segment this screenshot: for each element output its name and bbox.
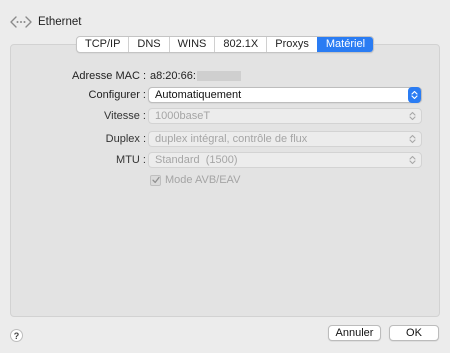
tab-proxys[interactable]: Proxys <box>266 37 317 52</box>
tab-wins[interactable]: WINS <box>168 37 215 52</box>
ethernet-icon <box>10 16 32 28</box>
configure-label: Configurer : <box>88 89 146 101</box>
speed-select[interactable]: 1000baseT <box>148 108 422 124</box>
duplex-select[interactable]: duplex intégral, contrôle de flux <box>148 131 422 147</box>
tab-tcpip[interactable]: TCP/IP <box>77 37 128 52</box>
mac-value: a8:20:66: <box>150 70 241 82</box>
cancel-button[interactable]: Annuler <box>328 325 381 341</box>
window-title-row: Ethernet <box>10 12 81 32</box>
chevron-updown-icon <box>406 108 419 124</box>
mtu-value: Standard (1500) <box>155 153 238 166</box>
configure-select[interactable]: Automatiquement <box>148 87 422 103</box>
configure-value: Automatiquement <box>155 88 242 101</box>
chevron-updown-icon <box>406 152 419 168</box>
tab-bar: TCP/IP DNS WINS 802.1X Proxys Matériel <box>0 36 450 53</box>
chevron-updown-icon <box>406 131 419 147</box>
duplex-value: duplex intégral, contrôle de flux <box>155 132 308 145</box>
help-button[interactable]: ? <box>10 329 23 342</box>
mtu-label: MTU : <box>116 154 146 166</box>
chevron-updown-icon <box>408 87 421 103</box>
avb-checkbox[interactable] <box>150 174 161 186</box>
avb-checkbox-row[interactable]: Mode AVB/EAV <box>150 174 240 186</box>
duplex-label: Duplex : <box>105 133 146 145</box>
speed-label: Vitesse : <box>104 110 146 122</box>
ok-button[interactable]: OK <box>389 325 439 341</box>
speed-value: 1000baseT <box>155 109 211 122</box>
mac-value-text: a8:20:66: <box>150 70 196 82</box>
avb-label: Mode AVB/EAV <box>165 174 241 186</box>
mtu-select[interactable]: Standard (1500) <box>148 152 422 168</box>
mac-redaction <box>196 71 241 81</box>
checkmark-icon <box>151 176 160 184</box>
tab-materiel[interactable]: Matériel <box>316 37 374 52</box>
window-title: Ethernet <box>38 16 82 28</box>
mac-label: Adresse MAC : <box>72 70 146 82</box>
tab-dns[interactable]: DNS <box>128 37 168 52</box>
tab-8021x[interactable]: 802.1X <box>214 37 266 52</box>
